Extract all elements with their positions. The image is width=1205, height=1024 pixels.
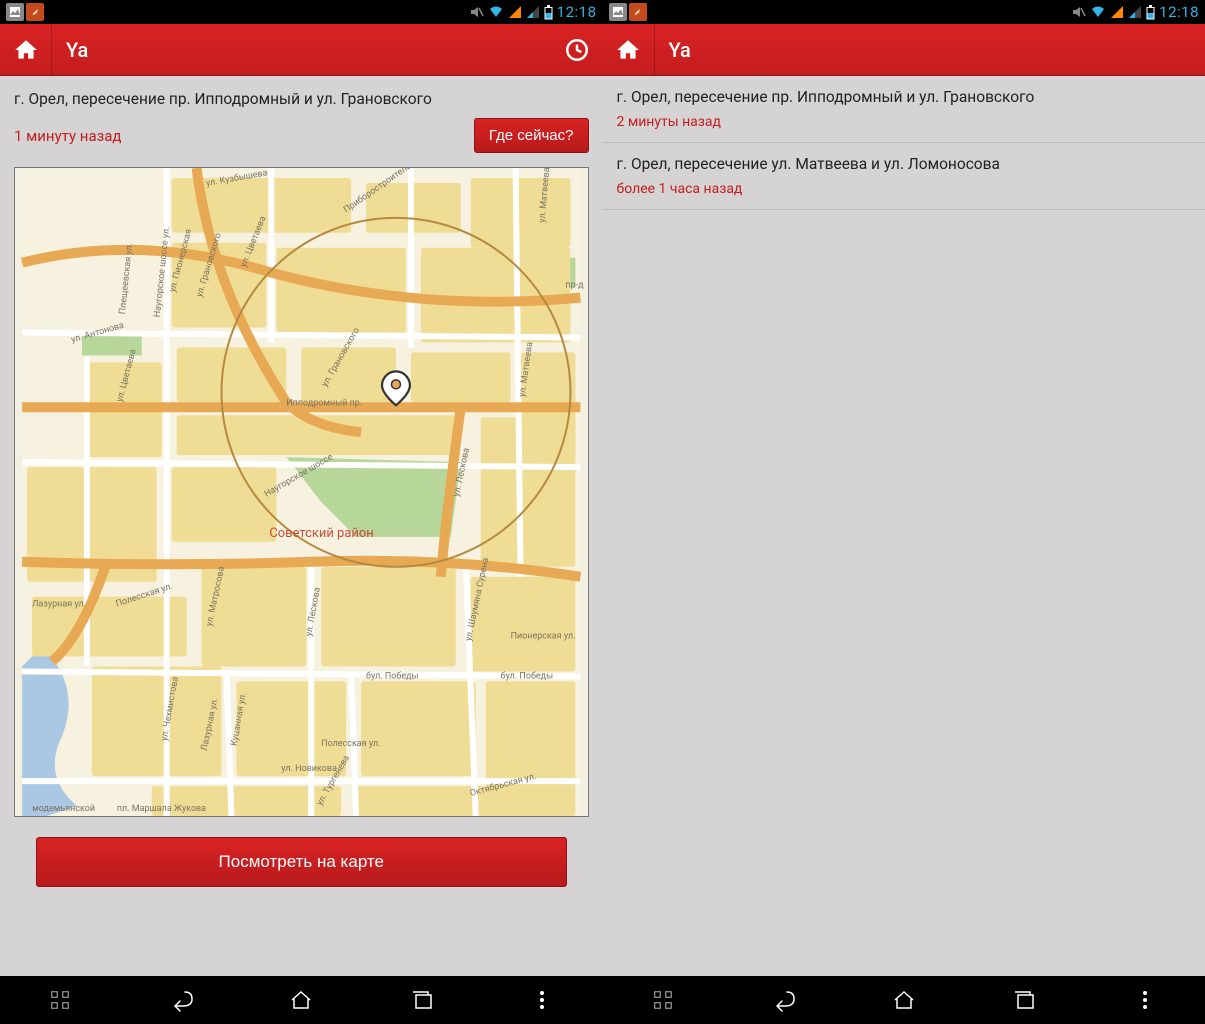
recent-icon	[410, 989, 434, 1011]
history-button[interactable]	[551, 24, 603, 76]
mute-icon	[468, 4, 484, 20]
signal-sim2-icon	[1128, 5, 1142, 19]
map[interactable]: ул. Кузбышева ул. Пионерская ул. Цветаев…	[14, 167, 589, 817]
nav-extras-button[interactable]	[36, 980, 84, 1020]
menu-dots-icon	[539, 990, 545, 1010]
svg-text:Полесская ул.: Полесская ул.	[321, 739, 380, 749]
svg-text:Лазурная ул.: Лазурная ул.	[32, 600, 86, 610]
notification-image-icon	[609, 3, 627, 21]
nav-home-button[interactable]	[277, 980, 325, 1020]
nav-recent-button[interactable]	[1000, 980, 1048, 1020]
svg-text:пр-д: пр-д	[565, 281, 584, 291]
history-address: г. Орел, пересечение пр. Ипподромный и у…	[617, 88, 1192, 106]
nav-recent-button[interactable]	[398, 980, 446, 1020]
app-title: Ya	[655, 38, 1205, 62]
nav-home-button[interactable]	[880, 980, 928, 1020]
phone-left: 12:18 Ya г. Орел, пересечение пр. Ипподр…	[0, 0, 603, 1024]
back-icon	[167, 988, 195, 1012]
signal-sim1-icon	[1110, 5, 1124, 19]
time-ago: 1 минуту назад	[14, 127, 121, 145]
nav-back-button[interactable]	[759, 980, 807, 1020]
current-location: г. Орел, пересечение пр. Ипподромный и у…	[0, 76, 603, 114]
home-icon	[13, 37, 39, 63]
status-bar: 12:18	[0, 0, 603, 24]
clock: 12:18	[557, 3, 597, 21]
battery-icon	[544, 5, 553, 20]
recent-icon	[1012, 989, 1036, 1011]
phone-right: 12:18 Ya г. Орел, пересечение пр. Ипподр…	[603, 0, 1205, 1024]
signal-sim1-icon	[508, 5, 522, 19]
history-ago: более 1 часа назад	[617, 181, 1192, 197]
nav-extras-button[interactable]	[639, 980, 687, 1020]
home-button[interactable]	[603, 24, 655, 76]
clock-icon	[564, 37, 590, 63]
history-ago: 2 минуты назад	[617, 114, 1192, 130]
map-canvas: ул. Кузбышева ул. Пионерская ул. Цветаев…	[15, 168, 588, 816]
nav-bar	[603, 976, 1205, 1024]
home-outline-icon	[288, 988, 314, 1012]
grid-icon	[652, 989, 674, 1011]
menu-dots-icon	[1142, 990, 1148, 1010]
grid-icon	[49, 989, 71, 1011]
svg-text:пл. Маршала Жукова: пл. Маршала Жукова	[117, 804, 206, 814]
app-title: Ya	[52, 38, 551, 62]
svg-text:Ипподромный пр.: Ипподромный пр.	[286, 398, 362, 408]
notification-app-icon	[26, 3, 44, 21]
view-on-map-button[interactable]: Посмотреть на карте	[36, 837, 567, 887]
app-bar: Ya	[603, 24, 1205, 76]
history-item[interactable]: г. Орел, пересечение пр. Ипподромный и у…	[603, 76, 1205, 143]
wifi-icon	[1090, 5, 1106, 19]
signal-sim2-icon	[526, 5, 540, 19]
home-button[interactable]	[0, 24, 52, 76]
battery-icon	[1146, 5, 1155, 20]
where-now-button[interactable]: Где сейчас?	[474, 118, 589, 153]
notification-app-icon	[629, 3, 647, 21]
svg-text:Советский район: Советский район	[269, 526, 373, 541]
notification-image-icon	[6, 3, 24, 21]
nav-bar	[0, 976, 603, 1024]
history-content: г. Орел, пересечение пр. Ипподромный и у…	[603, 76, 1205, 976]
nav-back-button[interactable]	[157, 980, 205, 1020]
svg-text:модемьянской: модемьянской	[32, 804, 95, 814]
status-bar: 12:18	[603, 0, 1205, 24]
nav-menu-button[interactable]	[518, 980, 566, 1020]
svg-text:бул. Победы: бул. Победы	[501, 671, 553, 681]
mute-icon	[1070, 4, 1086, 20]
history-address: г. Орел, пересечение ул. Матвеева и ул. …	[617, 155, 1192, 173]
back-icon	[769, 988, 797, 1012]
home-icon	[615, 37, 641, 63]
svg-text:бул. Победы: бул. Победы	[366, 671, 418, 681]
main-content: г. Орел, пересечение пр. Ипподромный и у…	[0, 76, 603, 976]
nav-menu-button[interactable]	[1121, 980, 1169, 1020]
home-outline-icon	[891, 988, 917, 1012]
app-bar: Ya	[0, 24, 603, 76]
svg-text:ул. Новикова: ул. Новикова	[281, 764, 337, 774]
wifi-icon	[488, 5, 504, 19]
clock: 12:18	[1159, 3, 1199, 21]
svg-text:Пионерская ул.: Пионерская ул.	[511, 632, 576, 642]
history-item[interactable]: г. Орел, пересечение ул. Матвеева и ул. …	[603, 143, 1205, 210]
